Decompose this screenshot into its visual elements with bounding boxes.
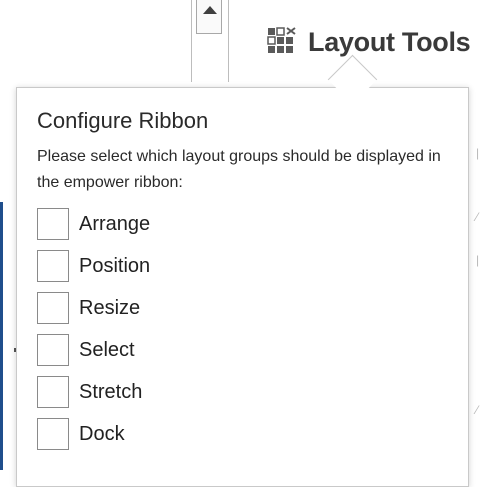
option-label: Arrange <box>79 212 151 235</box>
background-fragment: ⁄ <box>476 210 479 224</box>
option-arrange[interactable]: Arrange <box>37 203 337 245</box>
layout-group-options: Arrange Position Resize Select Stretch D… <box>37 203 337 455</box>
option-label: Dock <box>79 422 125 445</box>
background-fragment: ⁄ <box>476 403 479 417</box>
ribbon-scrollbar[interactable] <box>191 0 229 82</box>
layout-tools-tab[interactable]: Layout Tools <box>265 22 471 62</box>
arrange-checkbox[interactable] <box>37 208 69 240</box>
option-label: Stretch <box>79 380 143 403</box>
option-label: Select <box>79 338 135 361</box>
option-label: Resize <box>79 296 141 319</box>
option-select[interactable]: Select <box>37 329 337 371</box>
background-panel-edge <box>0 202 3 470</box>
option-dock[interactable]: Dock <box>37 413 337 455</box>
popup-description: Please select which layout groups should… <box>37 148 441 191</box>
layout-tools-label: Layout Tools <box>308 26 471 57</box>
option-position[interactable]: Position <box>37 245 337 287</box>
option-resize[interactable]: Resize <box>37 287 337 329</box>
stretch-checkbox[interactable] <box>37 376 69 408</box>
resize-checkbox[interactable] <box>37 292 69 324</box>
background-fragment: | <box>476 253 480 267</box>
dock-checkbox[interactable] <box>37 418 69 450</box>
option-stretch[interactable]: Stretch <box>37 371 337 413</box>
chevron-up-icon <box>203 6 217 14</box>
background-fragment: | <box>476 146 480 160</box>
select-checkbox[interactable] <box>37 334 69 366</box>
layout-grid-icon <box>267 27 296 53</box>
option-label: Position <box>79 254 151 277</box>
position-checkbox[interactable] <box>37 250 69 282</box>
scroll-up-button[interactable] <box>196 0 222 34</box>
popup-title: Configure Ribbon <box>37 108 209 133</box>
